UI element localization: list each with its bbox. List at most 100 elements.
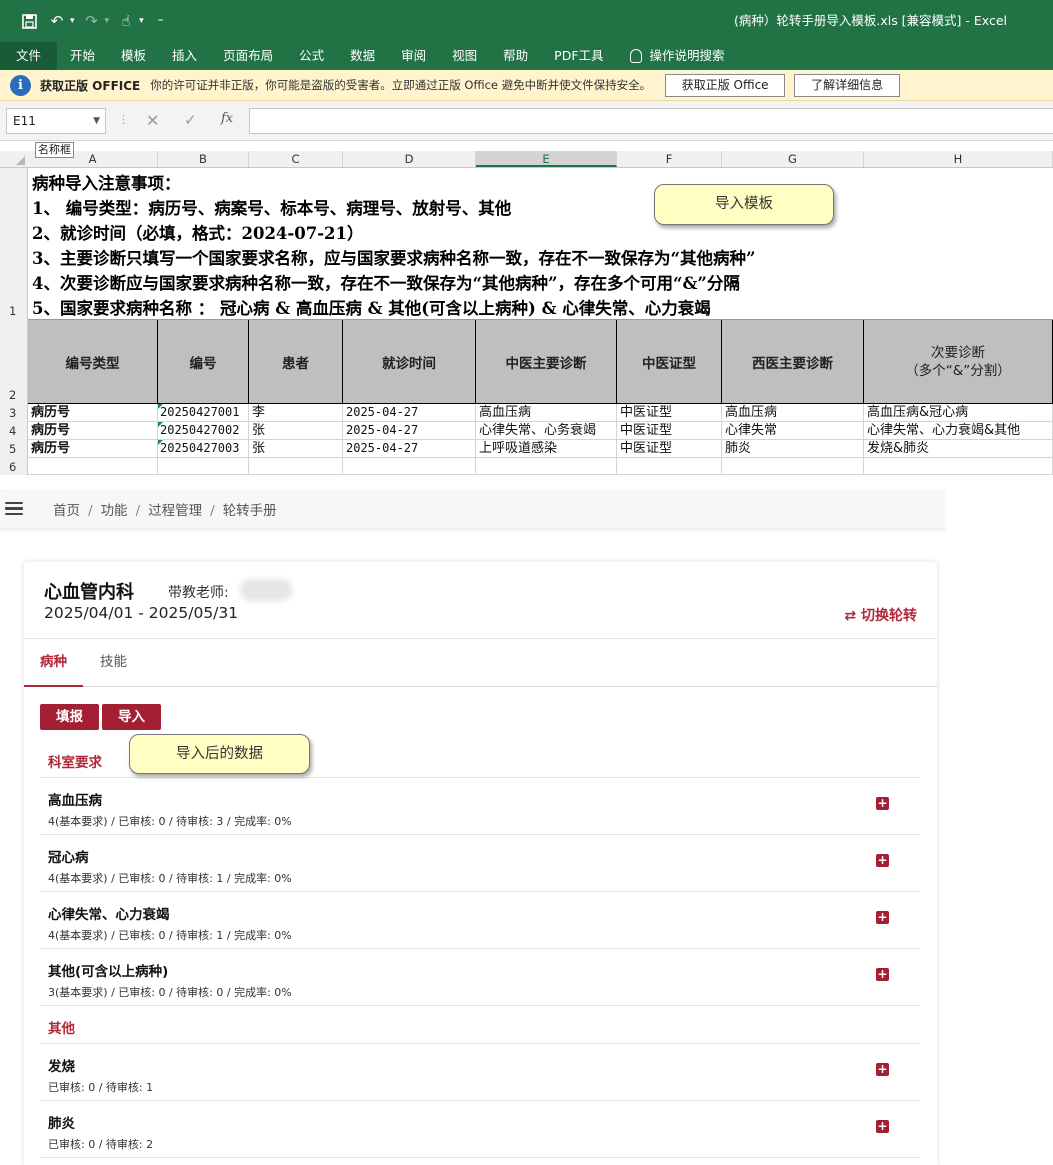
cell[interactable]: 发烧&肺炎	[864, 440, 1053, 458]
tab-home[interactable]: 开始	[57, 42, 108, 70]
expand-plus-icon[interactable]: +	[876, 1063, 889, 1076]
tab-formulas[interactable]: 公式	[286, 42, 337, 70]
cell[interactable]: 高血压病	[476, 404, 617, 422]
header-cell[interactable]: 患者	[249, 320, 343, 404]
expand-plus-icon[interactable]: +	[876, 1120, 889, 1133]
row-header[interactable]: 2	[0, 320, 28, 404]
save-icon[interactable]	[18, 10, 40, 32]
expand-plus-icon[interactable]: +	[876, 797, 889, 810]
menu-icon[interactable]	[5, 499, 23, 519]
tab-template[interactable]: 模板	[108, 42, 159, 70]
column-header[interactable]: H	[864, 151, 1053, 167]
tab-help[interactable]: 帮助	[490, 42, 541, 70]
header-cell[interactable]: 编号	[158, 320, 249, 404]
cell[interactable]: 张	[249, 422, 343, 440]
column-header[interactable]: D	[343, 151, 476, 167]
cell[interactable]: 心律失常	[722, 422, 864, 440]
row-header[interactable]: 4	[0, 422, 28, 440]
tab-disease[interactable]: 病种	[24, 639, 83, 687]
import-button[interactable]: 导入	[102, 704, 161, 730]
column-header[interactable]: B	[158, 151, 249, 167]
breadcrumb-item-home[interactable]: 首页	[53, 503, 80, 519]
tell-me-search[interactable]: 操作说明搜索	[617, 42, 738, 70]
cell[interactable]: 心律失常、心力衰竭&其他	[864, 422, 1053, 440]
cell[interactable]: 2025-04-27	[343, 440, 476, 458]
undo-icon[interactable]: ↶	[46, 10, 68, 32]
table-row-empty	[28, 458, 1053, 475]
touch-mode-dropdown-icon[interactable]: ▾	[139, 16, 144, 26]
cell[interactable]: 2025-04-27	[343, 422, 476, 440]
switch-rotation-button[interactable]: ⇄ 切换轮转	[844, 605, 917, 625]
get-genuine-office-button[interactable]: 获取正版 Office	[665, 73, 786, 97]
cell[interactable]: 中医证型	[617, 404, 722, 422]
breadcrumb-item-process[interactable]: 过程管理	[148, 503, 202, 519]
cell[interactable]: 2025-04-27	[343, 404, 476, 422]
cell[interactable]: 中医证型	[617, 440, 722, 458]
expand-plus-icon[interactable]: +	[876, 854, 889, 867]
cell[interactable]	[249, 458, 343, 475]
redo-icon[interactable]: ↷	[81, 10, 103, 32]
header-cell[interactable]: 中医证型	[617, 320, 722, 404]
row-header[interactable]: 1	[0, 168, 28, 320]
customize-toolbar-icon[interactable]: ⁼	[150, 10, 172, 32]
cell[interactable]: 肺炎	[722, 440, 864, 458]
column-header[interactable]: F	[617, 151, 722, 167]
cell[interactable]: 中医证型	[617, 422, 722, 440]
cell[interactable]	[28, 458, 158, 475]
tab-page-layout[interactable]: 页面布局	[210, 42, 286, 70]
cell[interactable]	[343, 458, 476, 475]
tab-view[interactable]: 视图	[439, 42, 490, 70]
row-header[interactable]: 6	[0, 458, 28, 475]
undo-dropdown-icon[interactable]: ▾	[70, 16, 75, 26]
expand-plus-icon[interactable]: +	[876, 968, 889, 981]
imported-data-callout: 导入后的数据	[129, 734, 310, 774]
fill-report-button[interactable]: 填报	[40, 704, 99, 730]
select-all-corner[interactable]	[0, 151, 28, 167]
cell[interactable]: 20250427003	[158, 440, 249, 458]
formula-input[interactable]	[249, 108, 1053, 134]
header-cell[interactable]: 西医主要诊断	[722, 320, 864, 404]
cell[interactable]	[158, 458, 249, 475]
cell[interactable]	[476, 458, 617, 475]
confirm-entry-icon[interactable]: ✓	[184, 111, 197, 129]
cell[interactable]: 上呼吸道感染	[476, 440, 617, 458]
row-header[interactable]: 3	[0, 404, 28, 422]
learn-more-button[interactable]: 了解详细信息	[794, 73, 901, 97]
redo-dropdown-icon[interactable]: ▾	[105, 16, 110, 26]
cell[interactable]: 20250427002	[158, 422, 249, 440]
cell[interactable]: 李	[249, 404, 343, 422]
cell[interactable]: 高血压病	[722, 404, 864, 422]
cell[interactable]: 心律失常、心务衰竭	[476, 422, 617, 440]
header-cell[interactable]: 就诊时间	[343, 320, 476, 404]
cell[interactable]: 张	[249, 440, 343, 458]
insert-function-icon[interactable]: fx	[221, 111, 233, 126]
row-header[interactable]: 5	[0, 440, 28, 458]
tab-insert[interactable]: 插入	[159, 42, 210, 70]
import-notes-cell[interactable]: 病种导入注意事项： 1、 编号类型：病历号、病案号、标本号、病理号、放射号、其他…	[28, 168, 1053, 320]
tab-review[interactable]: 审阅	[388, 42, 439, 70]
cell[interactable]	[722, 458, 864, 475]
touch-mode-icon[interactable]: ☝	[115, 10, 137, 32]
header-cell[interactable]: 中医主要诊断	[476, 320, 617, 404]
column-header-selected[interactable]: E	[476, 151, 617, 167]
expand-plus-icon[interactable]: +	[876, 911, 889, 924]
column-header[interactable]: G	[722, 151, 864, 167]
column-header[interactable]: C	[249, 151, 343, 167]
cell[interactable]: 病历号	[28, 422, 158, 440]
header-cell-secondary-diagnosis[interactable]: 次要诊断 （多个“&”分割）	[864, 320, 1053, 404]
chevron-down-icon[interactable]: ▼	[93, 109, 100, 133]
tab-file[interactable]: 文件	[0, 42, 58, 70]
tab-data[interactable]: 数据	[337, 42, 388, 70]
header-cell[interactable]: 编号类型	[28, 320, 158, 404]
cell[interactable]: 高血压病&冠心病	[864, 404, 1053, 422]
cancel-entry-icon[interactable]: ✕	[146, 111, 159, 130]
tab-skills[interactable]: 技能	[100, 639, 127, 687]
breadcrumb-item-function[interactable]: 功能	[101, 503, 128, 519]
cell[interactable]: 病历号	[28, 440, 158, 458]
name-box[interactable]: E11 ▼	[6, 108, 106, 134]
cell[interactable]: 20250427001	[158, 404, 249, 422]
cell[interactable]	[617, 458, 722, 475]
cell[interactable]	[864, 458, 1053, 475]
cell[interactable]: 病历号	[28, 404, 158, 422]
tab-pdf-tools[interactable]: PDF工具	[541, 42, 616, 70]
